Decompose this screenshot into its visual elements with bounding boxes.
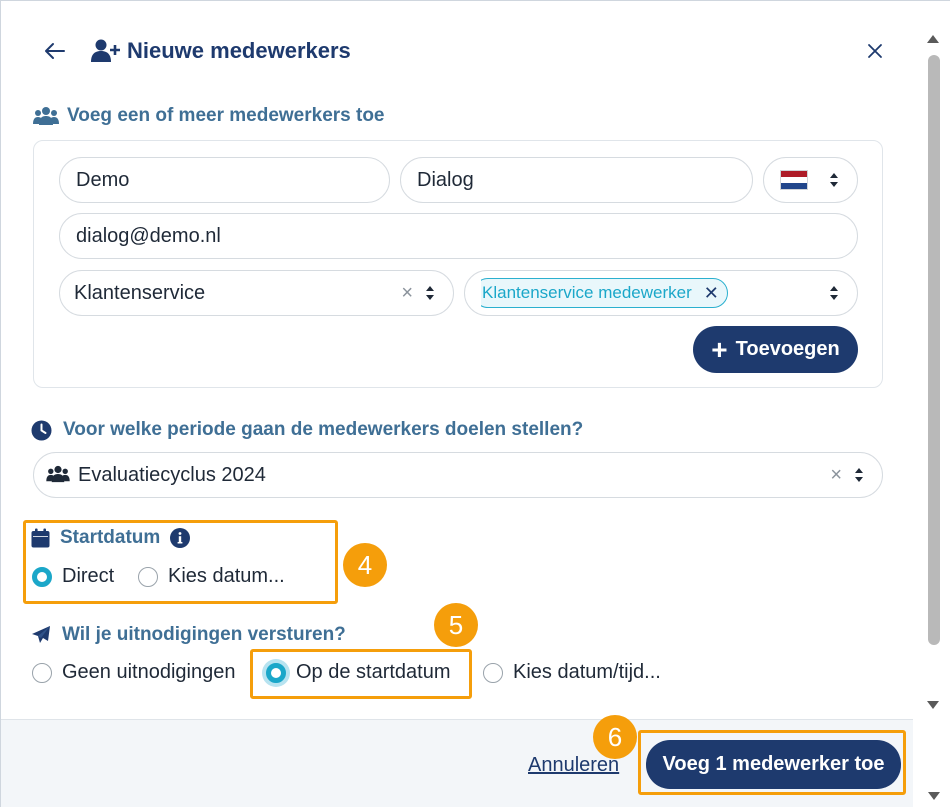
invite-option-none-label: Geen uitnodigingen [62,661,236,683]
arrow-left-icon [45,43,65,59]
new-employees-dialog: Nieuwe medewerkers Voeg een of meer mede… [0,0,950,807]
clock-icon [31,419,53,441]
period-label-text: Voor welke periode gaan de medewerkers d… [63,419,584,440]
scrollbar-thumb[interactable] [928,55,940,645]
highlight-box-5 [250,649,472,699]
role-tags: Klantenservice medewerker ✕ [481,278,827,308]
scroll-down-arrow-icon[interactable] [927,701,939,709]
role-select[interactable]: Klantenservice medewerker ✕ [464,270,858,316]
department-value: Klantenservice [74,281,206,304]
add-employees-label: Voeg een of meer medewerkers toe [33,105,385,127]
email-value: dialog@demo.nl [76,224,221,247]
close-icon [868,44,882,58]
nl-flag-icon [780,170,808,190]
step-badge-4: 4 [343,543,387,587]
cancel-link[interactable]: Annuleren [528,754,619,777]
user-plus-icon [91,37,123,65]
sort-arrows-icon [423,284,437,302]
period-label: Voor welke periode gaan de medewerkers d… [31,419,583,441]
paper-plane-icon [31,624,53,646]
last-name-value: Dialog [417,168,474,191]
step-badge-5: 5 [434,603,478,647]
invite-option-none[interactable]: Geen uitnodigingen [32,661,235,684]
step-badge-6: 6 [593,715,637,759]
add-employees-label-text: Voeg een of meer medewerkers toe [67,105,385,126]
page-title: Nieuwe medewerkers [127,38,351,63]
first-name-field[interactable]: Demo [59,157,390,203]
close-button[interactable] [859,35,891,67]
users-icon [33,105,59,127]
radio-choose-datetime[interactable] [483,662,503,683]
role-tag-label: Klantenservice medewerker [482,283,692,302]
sort-arrows-icon [852,466,866,484]
dialog-header: Nieuwe medewerkers [31,31,891,71]
scroll-up-arrow-icon[interactable] [927,35,939,43]
invite-label-text: Wil je uitnodigingen versturen? [62,624,346,645]
plus-icon: + [711,333,728,365]
role-tag: Klantenservice medewerker ✕ [481,278,728,308]
invite-option-choose-datetime-label: Kies datum/tijd... [513,661,661,683]
add-button-label: Toevoegen [735,338,840,360]
last-name-field[interactable]: Dialog [400,157,753,203]
add-employee-button[interactable]: + Toevoegen [693,326,858,373]
period-value: Evaluatiecyclus 2024 [78,463,266,486]
remove-role-tag-icon[interactable]: ✕ [704,283,719,304]
footer-scroll-down-arrow-icon[interactable] [928,792,940,800]
department-select[interactable]: Klantenservice × [59,270,454,316]
invite-option-choose-datetime[interactable]: Kies datum/tijd... [483,661,661,684]
highlight-box-6 [638,730,906,795]
radio-no-invites[interactable] [32,662,52,683]
language-select[interactable] [763,157,858,203]
sort-arrows-icon [827,284,841,302]
back-button[interactable] [39,35,71,67]
users-icon [46,465,72,485]
period-select[interactable]: Evaluatiecyclus 2024 × [33,452,883,498]
dialog-footer: Annuleren Voeg 1 medewerker toe 6 [1,715,913,807]
employee-entry-card: Demo Dialog dialog@demo.nl Klantenservic… [33,140,883,388]
clear-period-icon[interactable]: × [830,464,842,487]
invite-label: Wil je uitnodigingen versturen? [31,624,346,646]
vertical-scrollbar[interactable] [914,27,950,717]
first-name-value: Demo [76,168,130,191]
sort-arrows-icon [827,171,841,189]
email-field[interactable]: dialog@demo.nl [59,213,858,259]
highlight-box-4 [23,520,338,604]
clear-department-icon[interactable]: × [401,282,413,305]
